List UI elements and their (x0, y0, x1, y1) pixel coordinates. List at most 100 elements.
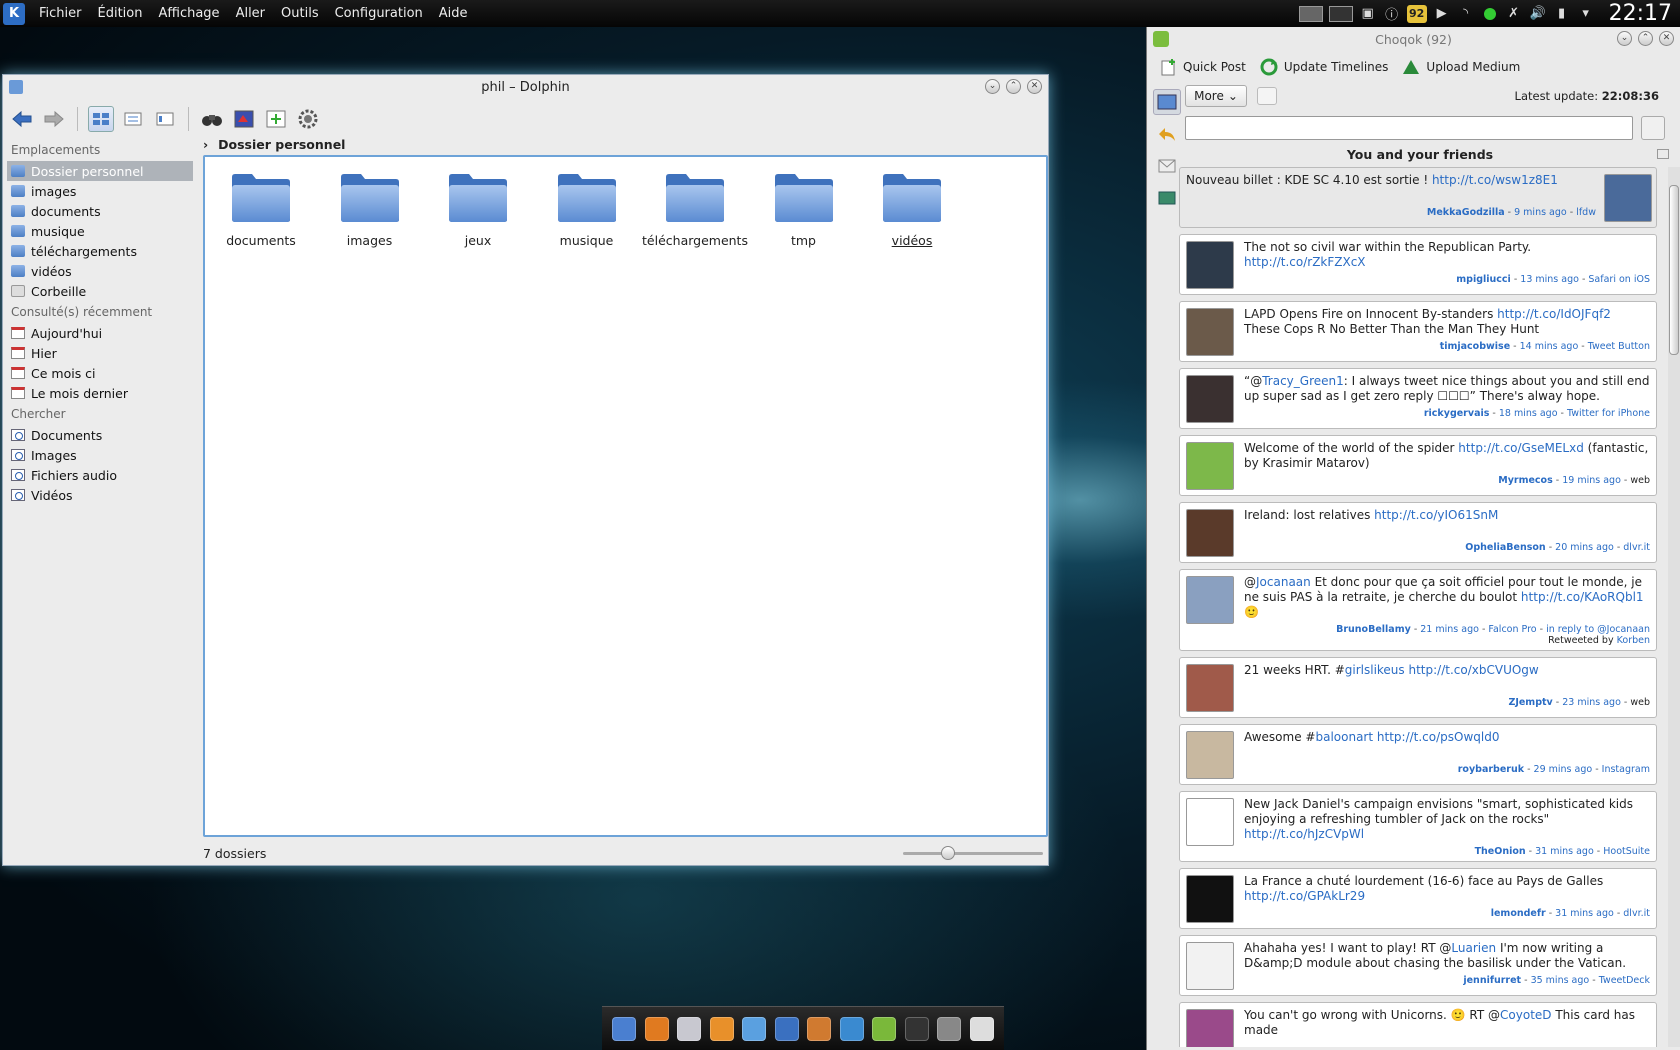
calculator-icon[interactable] (969, 1016, 994, 1041)
pager-desktop-2-icon[interactable] (1328, 5, 1353, 22)
choqok-icon[interactable] (774, 1016, 799, 1041)
compact-view-button[interactable] (120, 106, 146, 132)
post-link[interactable]: Tracy_Green1 (1262, 374, 1344, 388)
post-source[interactable]: Twitter for iPhone (1567, 408, 1650, 419)
post-username[interactable]: ZJemptv (1508, 697, 1552, 708)
post-source[interactable]: Safari on iOS (1588, 274, 1650, 285)
post-username[interactable]: Myrmecos (1498, 475, 1553, 486)
avatar[interactable] (1186, 798, 1234, 846)
post-link[interactable]: http://t.co/KAoRQbl1 (1521, 590, 1644, 604)
folder-item[interactable]: jeux (428, 171, 528, 248)
post-source[interactable]: TweetDeck (1599, 975, 1650, 986)
firefox-icon[interactable] (644, 1016, 669, 1041)
avatar[interactable] (1186, 375, 1234, 423)
timeline-post[interactable]: Ahahaha yes! I want to play! RT @Luarien… (1179, 935, 1657, 996)
play-icon[interactable]: ▶ (1433, 5, 1451, 23)
minimize-button[interactable]: ⌄ (1617, 31, 1632, 46)
editor-icon[interactable] (872, 1016, 897, 1041)
avatar[interactable] (1186, 308, 1234, 356)
place-item[interactable]: Aujourd'hui (3, 323, 197, 343)
place-item[interactable]: documents (3, 201, 197, 221)
menu-5[interactable]: Configuration (327, 6, 431, 21)
place-item[interactable]: Fichiers audio (3, 465, 197, 485)
post-source[interactable]: dlvr.it (1623, 908, 1650, 919)
avatar[interactable] (1604, 174, 1652, 222)
tray-expand-icon[interactable]: ▾ (1577, 5, 1595, 23)
post-time[interactable]: 13 mins ago (1520, 274, 1579, 285)
post-username[interactable]: OpheliaBenson (1465, 542, 1545, 553)
game-icon[interactable] (807, 1016, 832, 1041)
post-link[interactable]: girlslikeus (1345, 663, 1405, 677)
post-link[interactable]: Jocanaan (1256, 575, 1311, 589)
scrollbar-thumb[interactable] (1669, 185, 1679, 355)
timeline-post[interactable]: Nouveau billet : KDE SC 4.10 est sortie … (1179, 167, 1657, 228)
place-item[interactable]: images (3, 181, 197, 201)
maximize-button[interactable]: ⌃ (1006, 79, 1021, 94)
avatar[interactable] (1186, 241, 1234, 289)
post-username[interactable]: timjacobwise (1440, 341, 1510, 352)
post-username[interactable]: roybarberuk (1458, 764, 1524, 775)
avatar[interactable] (1186, 875, 1234, 923)
post-time[interactable]: 29 mins ago (1534, 764, 1593, 775)
chat-icon[interactable] (742, 1016, 767, 1041)
timeline-post[interactable]: LAPD Opens Fire on Innocent By-standers … (1179, 301, 1657, 362)
menu-0[interactable]: Fichier (31, 6, 90, 21)
post-source[interactable]: lfdw (1576, 207, 1596, 218)
post-source[interactable]: Tweet Button (1588, 341, 1650, 352)
post-source[interactable]: dlvr.it (1623, 542, 1650, 553)
dolphin-icon[interactable] (612, 1016, 637, 1041)
place-item[interactable]: Corbeille (3, 281, 197, 301)
post-source[interactable]: Instagram (1602, 764, 1650, 775)
post-link[interactable]: http://t.co/hJzCVpWl (1244, 827, 1364, 841)
post-time[interactable]: 31 mins ago (1535, 846, 1594, 857)
post-username[interactable]: jennifurret (1463, 975, 1521, 986)
new-post-input[interactable] (1185, 116, 1633, 140)
timeline-post[interactable]: @Jocanaan Et donc pour que ça soit offic… (1179, 569, 1657, 651)
folder-item[interactable]: musique (537, 171, 637, 248)
timeline-toggle-icon[interactable] (1657, 149, 1669, 159)
place-item[interactable]: Dossier personnel (7, 161, 193, 181)
file-view[interactable]: documents images jeux musique téléchargement… (203, 155, 1048, 837)
volume-icon[interactable]: 🔊 (1529, 5, 1547, 23)
breadcrumb-current[interactable]: Dossier personnel (218, 137, 345, 152)
upload-medium-button[interactable]: Upload Medium (1402, 59, 1520, 75)
folder-item[interactable]: vidéos (862, 171, 962, 248)
bluetooth-icon[interactable]: ✗ (1505, 5, 1523, 23)
post-time[interactable]: 18 mins ago (1499, 408, 1558, 419)
terminal-icon[interactable] (904, 1016, 929, 1041)
close-button[interactable]: ✕ (1659, 31, 1674, 46)
forward-button[interactable] (41, 106, 67, 132)
pager-desktop-1-icon[interactable] (1298, 5, 1323, 22)
rss-icon[interactable]: ◝ (1457, 5, 1475, 23)
chevron-right-icon[interactable]: › (203, 137, 208, 152)
battery-icon[interactable]: ▮ (1553, 5, 1571, 23)
place-item[interactable]: Hier (3, 343, 197, 363)
avatar[interactable] (1186, 576, 1234, 624)
place-item[interactable]: musique (3, 221, 197, 241)
place-item[interactable]: téléchargements (3, 241, 197, 261)
mail-icon[interactable] (677, 1016, 702, 1041)
zoom-slider[interactable] (903, 846, 1043, 860)
network-icon[interactable]: ▣ (1359, 5, 1377, 23)
choqok-titlebar[interactable]: Choqok (92) ⌄ ⌃ ✕ (1147, 27, 1680, 51)
replies-tab[interactable] (1153, 121, 1181, 147)
post-reply-to[interactable]: in reply to @Jocanaan (1546, 624, 1650, 635)
minimize-button[interactable]: ⌄ (985, 79, 1000, 94)
dolphin-app-icon[interactable] (9, 80, 23, 94)
folder-item[interactable]: images (320, 171, 420, 248)
avatar[interactable] (1186, 942, 1234, 990)
browser-icon[interactable] (839, 1016, 864, 1041)
find-button[interactable] (199, 106, 225, 132)
place-item[interactable]: Ce mois ci (3, 363, 197, 383)
choqok-app-icon[interactable] (1153, 31, 1169, 47)
choqok-count-badge[interactable]: 92 (1406, 4, 1427, 23)
avatar[interactable] (1186, 731, 1234, 779)
preview-button[interactable] (231, 106, 257, 132)
timeline-post[interactable]: New Jack Daniel's campaign envisions "sm… (1179, 791, 1657, 862)
inbox-tab[interactable] (1153, 153, 1181, 179)
status-green-icon[interactable] (1481, 5, 1499, 23)
avatar[interactable] (1186, 442, 1234, 490)
place-item[interactable]: Documents (3, 425, 197, 445)
details-view-button[interactable] (152, 106, 178, 132)
post-link[interactable]: CoyoteD (1500, 1008, 1552, 1022)
